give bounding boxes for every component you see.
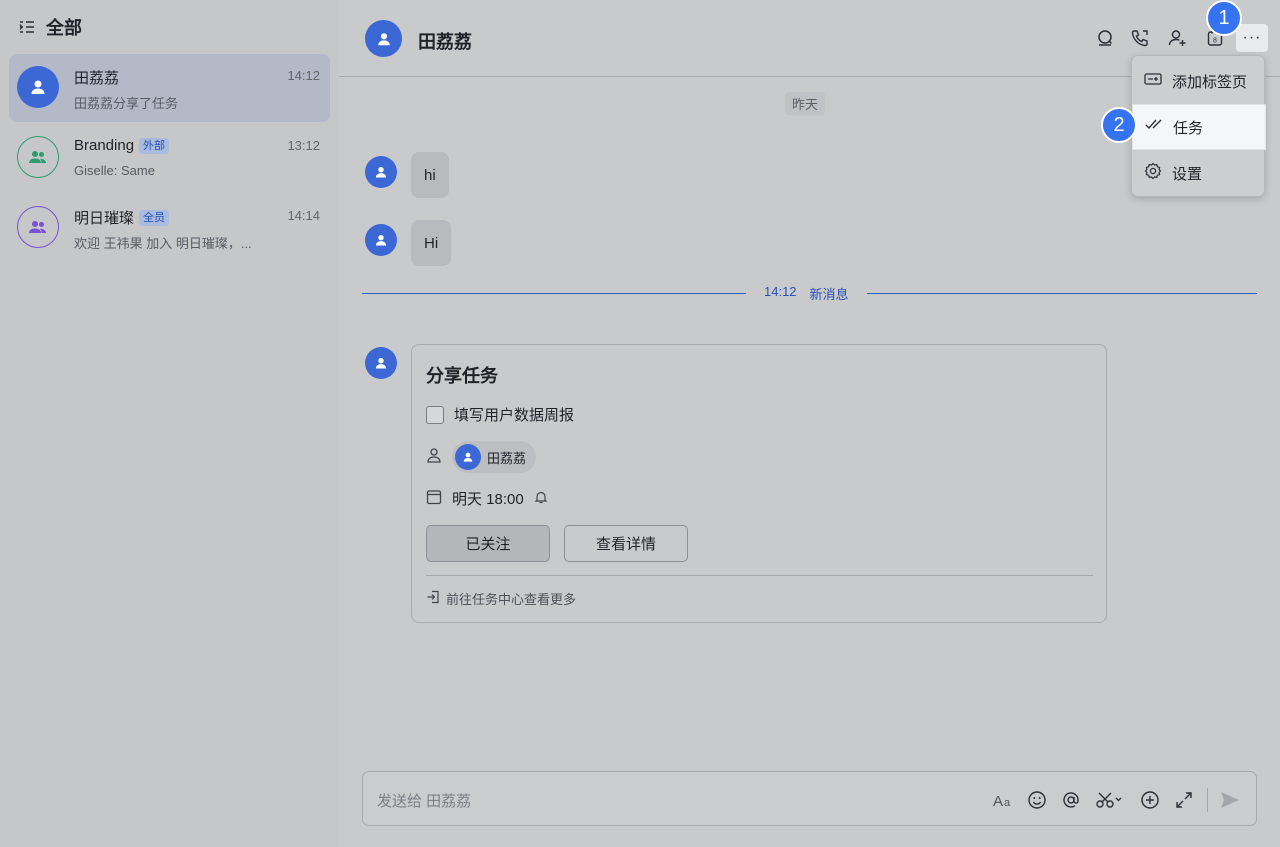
chat-time: 14:14: [287, 208, 320, 223]
date-separator: 昨天: [785, 92, 826, 115]
chat-item-tian-lili[interactable]: 田荔荔 田荔荔分享了任务 14:12: [9, 54, 330, 122]
assignee-name: 田荔荔: [487, 450, 527, 466]
chat-item-branding[interactable]: Branding 外部 Giselle: Same 13:12: [9, 124, 330, 192]
group-icon: [29, 221, 46, 233]
task-card[interactable]: 分享任务 填写用户数据周报 田荔荔 明天 18:00 已关注 查看详情 前往任务…: [411, 344, 1107, 623]
bell-icon[interactable]: [534, 490, 548, 508]
chat-preview: 田荔荔分享了任务: [74, 96, 179, 111]
avatar: [17, 66, 59, 108]
screenshot-icon[interactable]: [1094, 788, 1126, 812]
chat-name-text: 明日璀璨: [74, 210, 135, 227]
message-avatar[interactable]: [365, 156, 397, 188]
add-member-icon[interactable]: [1166, 27, 1188, 49]
user-icon: [463, 452, 473, 462]
new-messages-label: 14:12 新消息: [746, 284, 867, 303]
due-row: 明天 18:00: [426, 488, 548, 509]
toolbar-divider: [1207, 788, 1208, 812]
gear-icon: [1144, 162, 1162, 184]
text-format-icon[interactable]: Aa: [991, 788, 1015, 812]
menu-item-label: 设置: [1172, 165, 1203, 183]
chat-time: 14:12: [287, 68, 320, 83]
add-icon[interactable]: [1138, 788, 1162, 812]
svg-text:A: A: [993, 793, 1003, 809]
more-icon: ···: [1242, 29, 1262, 46]
menu-item-add-tab[interactable]: 添加标签页: [1132, 58, 1266, 104]
message-bubble[interactable]: Hi: [411, 220, 452, 266]
task-center-link-text: 前往任务中心查看更多: [446, 592, 577, 607]
chat-avatar[interactable]: [365, 20, 402, 57]
phone-call-icon[interactable]: [1129, 27, 1151, 49]
task-title[interactable]: 填写用户数据周报: [454, 404, 574, 425]
message-avatar[interactable]: [365, 347, 397, 379]
menu-item-label: 任务: [1173, 119, 1204, 137]
collapse-sidebar-icon[interactable]: [18, 18, 36, 36]
task-checkbox[interactable]: [426, 405, 444, 424]
sidebar: 全部 田荔荔 田荔荔分享了任务 14:12 Branding 外部 Gisell…: [0, 0, 339, 847]
menu-item-label: 添加标签页: [1172, 73, 1248, 91]
chat-name-text: 田荔荔: [74, 70, 120, 87]
avatar: [17, 206, 59, 248]
new-messages-time: 14:12: [764, 284, 797, 299]
chat-name: Branding 外部: [74, 137, 170, 154]
calendar-icon: [426, 489, 442, 509]
task-center-link[interactable]: 前往任务中心查看更多: [426, 589, 576, 608]
task-row: 填写用户数据周报: [426, 404, 574, 425]
person-icon: [426, 447, 442, 467]
message-input-placeholder: 发送给 田荔荔: [377, 793, 472, 810]
send-icon[interactable]: [1218, 788, 1242, 812]
svg-text:a: a: [1004, 797, 1011, 809]
view-details-button[interactable]: 查看详情: [564, 525, 688, 562]
more-options-button[interactable]: ···: [1236, 24, 1268, 52]
more-options-menu: 添加标签页 任务 设置: [1131, 55, 1266, 197]
chat-item-mingri-cuican[interactable]: 明日璀璨 全员 欢迎 王祎果 加入 明日璀璨，... 14:14: [9, 194, 330, 262]
chat-name: 明日璀璨 全员: [74, 207, 170, 228]
chat-name-text: Branding: [74, 137, 135, 154]
expand-icon[interactable]: [1172, 788, 1196, 812]
menu-item-settings[interactable]: 设置: [1132, 150, 1266, 196]
card-divider: [426, 575, 1093, 576]
step-badge-1: 1: [1206, 0, 1242, 36]
sidebar-title: 全部: [46, 18, 82, 38]
task-card-title: 分享任务: [426, 366, 498, 386]
chat-time: 13:12: [287, 138, 320, 153]
followed-button[interactable]: 已关注: [426, 525, 550, 562]
mention-icon[interactable]: [1059, 788, 1083, 812]
message-avatar[interactable]: [365, 224, 397, 256]
user-icon: [375, 234, 387, 246]
user-icon: [377, 32, 390, 45]
chat-preview: 欢迎 王祎果 加入 明日璀璨，...: [74, 236, 252, 251]
user-icon: [375, 357, 387, 369]
step-badge-2: 2: [1101, 107, 1137, 143]
chat-preview: Giselle: Same: [74, 163, 155, 178]
all-members-tag: 全员: [139, 209, 170, 226]
svg-text:8: 8: [1213, 38, 1217, 45]
menu-item-tasks[interactable]: 任务: [1132, 104, 1266, 150]
due-date[interactable]: 明天 18:00: [452, 488, 524, 509]
chat-title: 田荔荔: [418, 32, 472, 52]
assignee-avatar: [455, 444, 481, 470]
task-check-icon: [1145, 117, 1163, 137]
add-tab-icon: [1144, 71, 1162, 91]
message-bubble[interactable]: hi: [411, 152, 449, 198]
avatar: [17, 136, 59, 178]
enter-icon: [426, 590, 440, 607]
user-icon: [375, 166, 387, 178]
assignee-chip[interactable]: 田荔荔: [452, 441, 537, 473]
emoji-icon[interactable]: [1025, 788, 1049, 812]
user-icon: [31, 80, 45, 94]
search-chat-icon[interactable]: [1094, 27, 1116, 49]
external-tag: 外部: [139, 137, 170, 154]
sidebar-header: 全部: [18, 14, 82, 40]
chat-name: 田荔荔: [74, 67, 119, 88]
new-messages-text: 新消息: [809, 287, 849, 302]
message-input[interactable]: 发送给 田荔荔 Aa: [362, 771, 1257, 826]
group-icon: [29, 151, 46, 163]
assignee-row: 田荔荔: [426, 441, 537, 473]
